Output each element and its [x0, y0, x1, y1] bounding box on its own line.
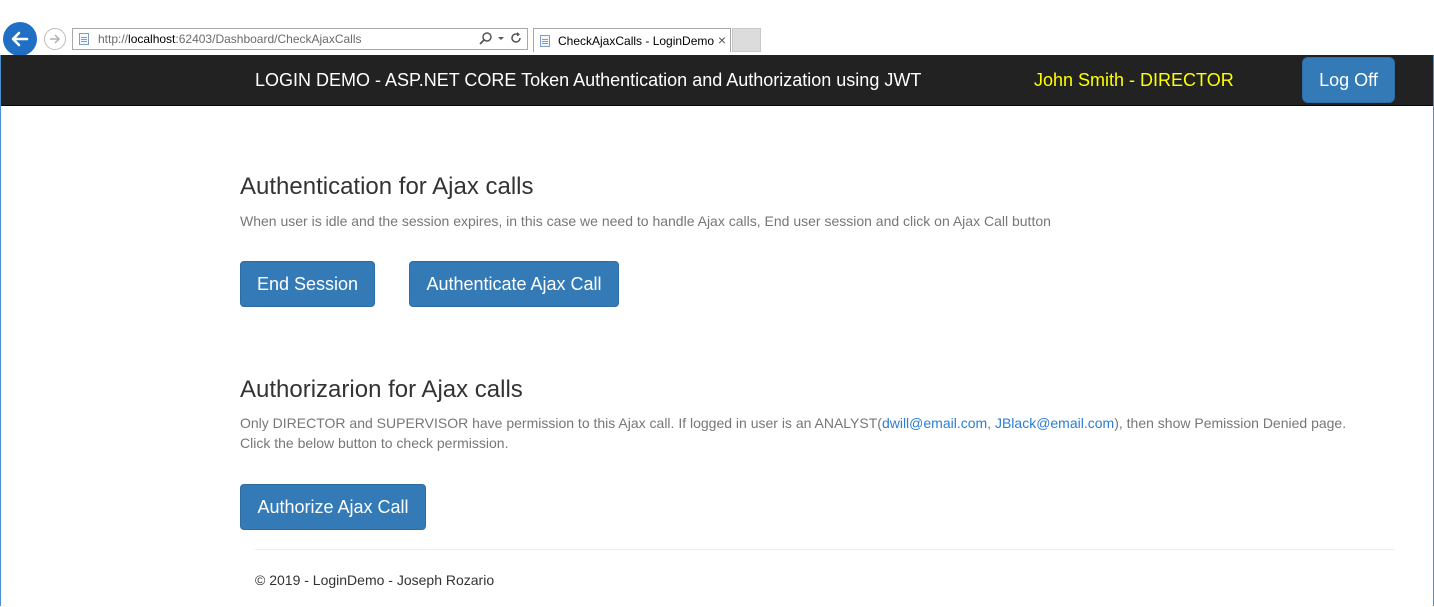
new-tab-button[interactable]: [732, 28, 761, 52]
browser-tab[interactable]: CheckAjaxCalls - LoginDemo ×: [533, 28, 731, 52]
authenticate-ajax-call-button[interactable]: Authenticate Ajax Call: [409, 261, 619, 307]
footer-divider: [255, 549, 1395, 550]
email-link-jblack[interactable]: JBlack@email.com: [995, 415, 1114, 431]
forward-arrow-icon: [50, 34, 61, 44]
authentication-description: When user is idle and the session expire…: [240, 213, 1051, 229]
tab-page-icon: [540, 35, 550, 47]
url-text[interactable]: http://localhost:62403/Dashboard/CheckAj…: [98, 32, 362, 46]
email-link-dwill[interactable]: dwill@email.com: [882, 415, 987, 431]
back-button[interactable]: [3, 22, 37, 56]
footer-text: © 2019 - LoginDemo - Joseph Rozario: [255, 572, 495, 588]
close-icon[interactable]: ×: [718, 32, 726, 48]
forward-button[interactable]: [44, 28, 66, 50]
back-arrow-icon: [11, 31, 29, 47]
page-icon: [79, 33, 89, 45]
authentication-title: Authentication for Ajax calls: [240, 173, 534, 200]
brand-title[interactable]: LOGIN DEMO - ASP.NET CORE Token Authenti…: [255, 70, 921, 90]
search-icon[interactable]: [479, 31, 493, 45]
navbar: LOGIN DEMO - ASP.NET CORE Token Authenti…: [1, 55, 1433, 106]
authorization-description: Only DIRECTOR and SUPERVISOR have permis…: [240, 415, 1347, 451]
tab-title: CheckAjaxCalls - LoginDemo: [558, 34, 715, 48]
address-bar[interactable]: http://localhost:62403/Dashboard/CheckAj…: [72, 28, 528, 50]
authorize-ajax-call-button[interactable]: Authorize Ajax Call: [240, 484, 426, 530]
refresh-icon[interactable]: [509, 31, 523, 45]
log-off-button[interactable]: Log Off: [1302, 57, 1395, 103]
authorization-title: Authorizarion for Ajax calls: [240, 376, 523, 403]
current-user: John Smith - DIRECTOR: [1034, 70, 1234, 90]
browser-chrome: http://localhost:62403/Dashboard/CheckAj…: [0, 0, 1434, 56]
end-session-button[interactable]: End Session: [240, 261, 375, 307]
dropdown-icon[interactable]: [497, 31, 505, 45]
